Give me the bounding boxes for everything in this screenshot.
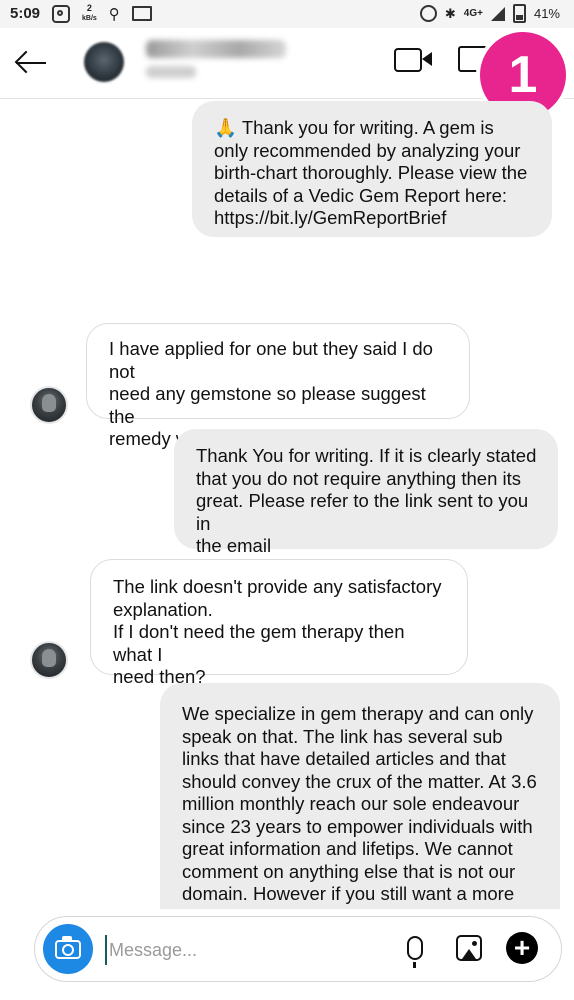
contact-status-redacted bbox=[146, 66, 196, 78]
battery-percent: 41% bbox=[533, 6, 560, 21]
signal-icon bbox=[490, 6, 505, 21]
microphone-icon[interactable] bbox=[407, 936, 423, 968]
message-bubble-outgoing[interactable]: Thank You for writing. If it is clearly … bbox=[174, 429, 558, 556]
message-bubble-outgoing[interactable]: We specialize in gem therapy and can onl… bbox=[160, 683, 560, 909]
message-input[interactable] bbox=[105, 935, 401, 965]
network-type: 4G+ bbox=[463, 8, 483, 19]
chat-header: 1 bbox=[0, 28, 574, 122]
message-bubble-incoming[interactable]: I have applied for one but they said I d… bbox=[86, 323, 470, 449]
bluetooth-icon: ✱ bbox=[444, 5, 456, 21]
contact-avatar[interactable] bbox=[84, 42, 124, 82]
message-thread[interactable]: 🙏 Thank you for writing. A gem is only r… bbox=[0, 99, 574, 909]
message-bubble-incoming[interactable]: The link doesn't provide any satisfactor… bbox=[90, 559, 468, 687]
message-bubble-outgoing[interactable]: 🙏 Thank you for writing. A gem is only r… bbox=[192, 101, 552, 237]
instagram-notification-icon bbox=[52, 4, 70, 23]
gallery-icon[interactable] bbox=[456, 935, 482, 961]
data-rate-indicator: 2 kB/s bbox=[82, 4, 97, 23]
screen-cast-icon bbox=[131, 6, 152, 21]
status-time: 5:09 bbox=[10, 5, 41, 22]
alarm-icon bbox=[419, 5, 437, 22]
data-rate-value: 2 bbox=[86, 3, 92, 13]
pray-emoji: 🙏 bbox=[214, 117, 238, 138]
data-rate-unit: kB/s bbox=[82, 15, 97, 22]
message-text: Thank You for writing. If it is clearly … bbox=[196, 445, 537, 556]
back-arrow-icon[interactable] bbox=[14, 48, 50, 78]
message-text: The link doesn't provide any satisfactor… bbox=[113, 576, 442, 687]
status-bar: 5:09 2 kB/s ⚲ ✱ 4G+ 41% bbox=[0, 0, 574, 28]
usb-icon: ⚲ bbox=[108, 5, 120, 23]
message-composer: + bbox=[34, 916, 562, 982]
sender-avatar[interactable] bbox=[30, 641, 68, 679]
sender-avatar[interactable] bbox=[30, 386, 68, 424]
message-text: 🙏 Thank you for writing. A gem is only r… bbox=[214, 117, 528, 228]
video-call-icon[interactable] bbox=[394, 48, 432, 72]
battery-icon bbox=[512, 4, 526, 23]
message-text: We specialize in gem therapy and can onl… bbox=[182, 703, 537, 909]
contact-name-redacted[interactable] bbox=[146, 40, 286, 58]
add-icon[interactable]: + bbox=[506, 932, 538, 964]
camera-button[interactable] bbox=[43, 924, 93, 974]
